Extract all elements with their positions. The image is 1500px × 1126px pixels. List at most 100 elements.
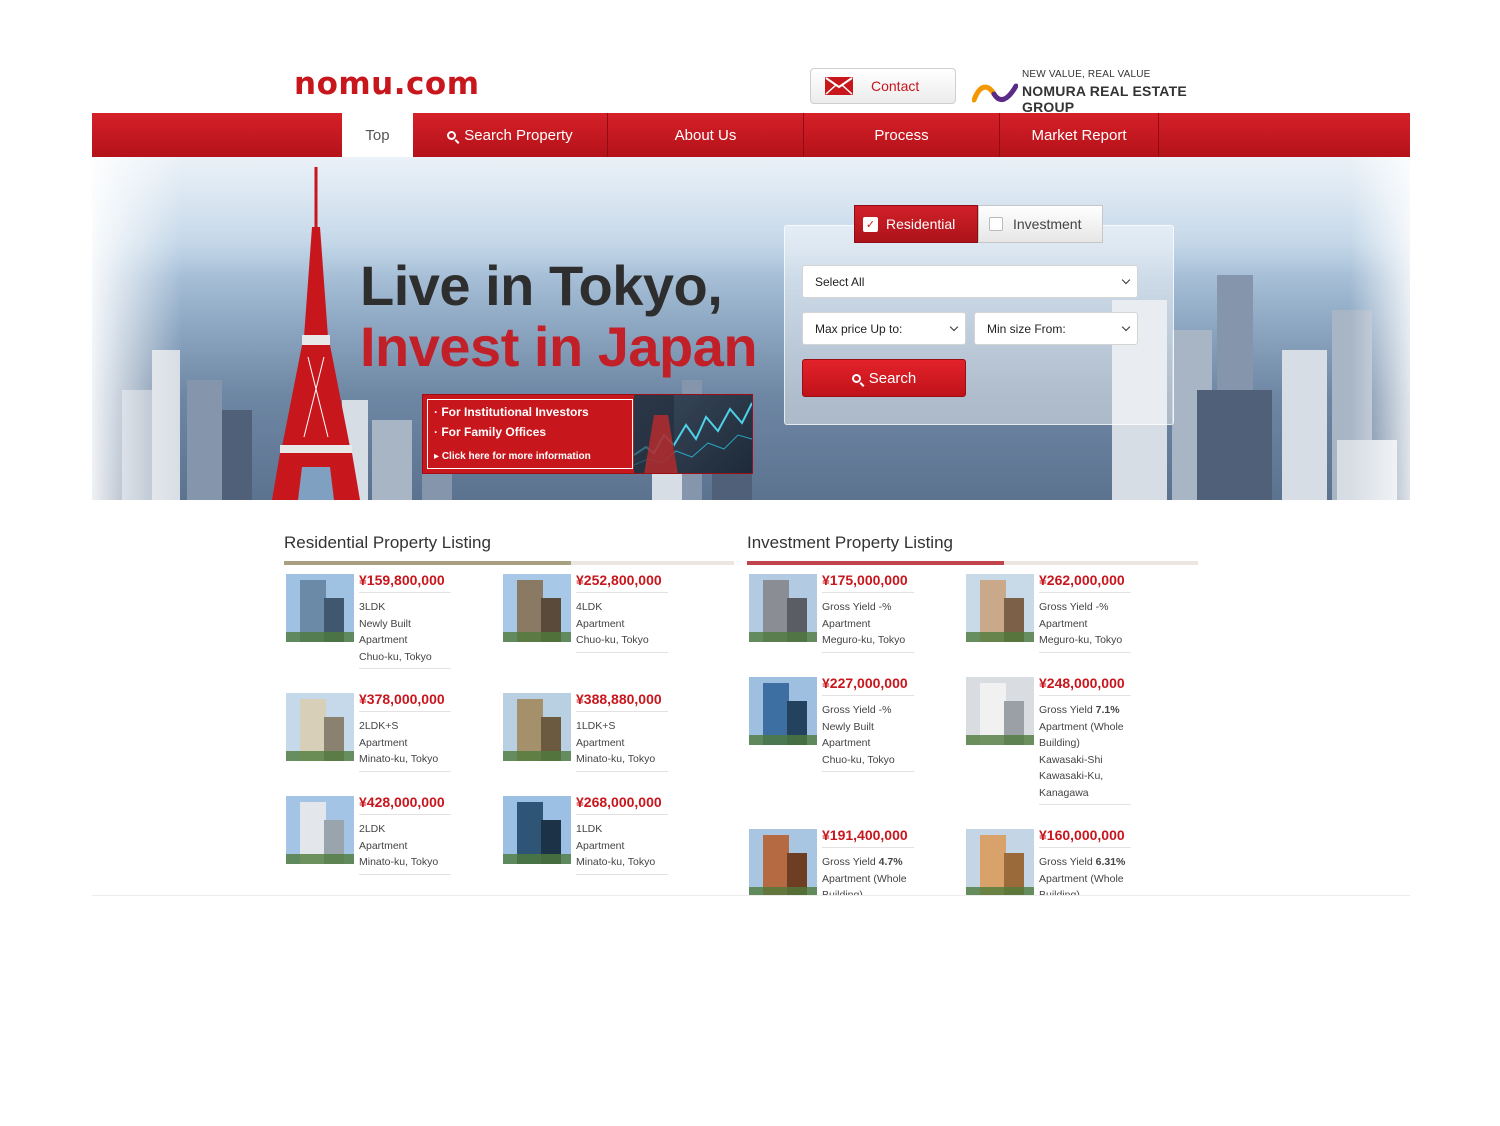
banner-line-3: ▸ Click here for more information — [434, 451, 591, 462]
listing-details: Gross Yield -% Apartment Meguro-ku, Tokyo — [822, 599, 922, 649]
listing-detail-line: Newly Built — [359, 617, 411, 630]
price-divider — [576, 592, 668, 593]
gross-yield: Gross Yield 4.7% — [822, 854, 922, 871]
listing-detail-line: Apartment — [359, 839, 408, 852]
price-divider — [359, 711, 451, 712]
listing-detail-line: 3LDK — [359, 601, 386, 613]
listing-detail-line: Apartment — [576, 839, 625, 852]
listing-price[interactable]: ¥252,800,000 — [576, 572, 662, 588]
listing-detail-line: Meguro-ku, Tokyo — [1039, 634, 1123, 646]
listing-details: 3LDK Newly Built Apartment Chuo-ku, Tokyo — [359, 599, 459, 665]
listing-price[interactable]: ¥248,000,000 — [1039, 675, 1125, 691]
property-photo[interactable] — [966, 677, 1034, 745]
institutional-investors-banner[interactable]: · For Institutional Investors · For Fami… — [422, 394, 753, 474]
listing-price[interactable]: ¥160,000,000 — [1039, 827, 1125, 843]
listing-details: Gross Yield 7.1% Apartment (Whole Building… — [1039, 702, 1139, 801]
search-button[interactable]: Search — [802, 359, 966, 397]
price-divider — [576, 711, 668, 712]
listing-detail-line: Apartment — [822, 617, 871, 630]
tokyo-tower-illustration — [272, 167, 360, 500]
listing-price[interactable]: ¥159,800,000 — [359, 572, 445, 588]
listing-price[interactable]: ¥227,000,000 — [822, 675, 908, 691]
property-photo[interactable] — [503, 693, 571, 761]
nav-about-label: About Us — [674, 126, 737, 144]
nav-process[interactable]: Process — [804, 113, 1000, 157]
listing-detail-line: Chuo-ku, Tokyo — [822, 753, 895, 766]
listing-detail-line: Apartment — [822, 737, 871, 749]
checkbox-empty-icon — [989, 217, 1003, 231]
gross-yield-label: Gross Yield — [822, 601, 879, 613]
area-select[interactable]: Select All — [802, 265, 1138, 298]
tab-residential[interactable]: ✓ Residential — [854, 205, 978, 243]
gross-yield-label: Gross Yield — [822, 704, 879, 716]
listing-detail-line: 1LDK+S — [576, 720, 616, 732]
listing-bottom-divider — [822, 651, 914, 653]
property-photo[interactable] — [286, 693, 354, 761]
contact-button[interactable]: Contact — [810, 68, 956, 104]
area-select-value: Select All — [815, 274, 865, 289]
site-logo[interactable]: nomu.com — [294, 66, 480, 102]
listing-price[interactable]: ¥378,000,000 — [359, 691, 445, 707]
listing-price[interactable]: ¥175,000,000 — [822, 572, 908, 588]
gross-yield: Gross Yield -% — [822, 702, 922, 719]
listing-bottom-divider — [1039, 804, 1131, 805]
property-photo[interactable] — [749, 829, 817, 897]
nav-market-label: Market Report — [1031, 126, 1127, 144]
min-size-select[interactable]: Min size From: — [974, 312, 1138, 345]
property-photo[interactable] — [749, 677, 817, 745]
nav-search-property[interactable]: Search Property — [413, 113, 608, 157]
property-photo[interactable] — [966, 574, 1034, 642]
listing-detail-line: Minato-ku, Tokyo — [576, 856, 656, 868]
max-price-select[interactable]: Max price Up to: — [802, 312, 966, 345]
listing-detail-line: Apartment (Whole — [822, 872, 907, 885]
listing-price[interactable]: ¥428,000,000 — [359, 794, 445, 810]
price-divider — [822, 847, 914, 848]
nomura-group-logo[interactable]: NEW VALUE, REAL VALUE NOMURA REAL ESTATE… — [972, 68, 1212, 115]
listing-detail-line: Apartment — [1039, 617, 1088, 630]
nav-top[interactable]: Top — [342, 113, 413, 157]
main-nav: Top Search Property About Us Process Mar… — [92, 113, 1410, 157]
banner-line-1: · For Institutional Investors — [434, 405, 589, 419]
listing-detail-line: Minato-ku, Tokyo — [359, 753, 439, 765]
listing-detail-line: 4LDK — [576, 601, 603, 613]
tab-investment[interactable]: Investment — [978, 205, 1103, 243]
nav-about-us[interactable]: About Us — [608, 113, 804, 157]
listing-price[interactable]: ¥262,000,000 — [1039, 572, 1125, 588]
fade-left — [92, 157, 182, 500]
stock-chart-icon — [633, 395, 752, 473]
mail-icon — [825, 77, 853, 95]
content-clip-line — [92, 895, 1410, 896]
listing-details: 2LDK+S Apartment Minato-ku, Tokyo — [359, 718, 459, 768]
listing-price[interactable]: ¥191,400,000 — [822, 827, 908, 843]
nav-market-report[interactable]: Market Report — [1000, 113, 1159, 157]
listing-details: Gross Yield -% Apartment Meguro-ku, Tokyo — [1039, 599, 1139, 649]
search-icon — [447, 130, 457, 140]
listing-detail-line: Newly Built — [822, 720, 874, 733]
listing-bottom-divider — [576, 770, 668, 772]
listing-price[interactable]: ¥268,000,000 — [576, 794, 662, 810]
listing-detail-line: 2LDK+S — [359, 720, 399, 732]
listing-detail-line: Meguro-ku, Tokyo — [822, 634, 906, 646]
property-photo[interactable] — [503, 796, 571, 864]
residential-title-bar — [284, 561, 734, 565]
property-photo[interactable] — [286, 574, 354, 642]
property-photo[interactable] — [749, 574, 817, 642]
page-bottom-blank — [92, 896, 1410, 1126]
chevron-down-icon — [949, 322, 959, 332]
listing-price[interactable]: ¥388,880,000 — [576, 691, 662, 707]
listing-details: 4LDK Apartment Chuo-ku, Tokyo — [576, 599, 676, 649]
property-photo[interactable] — [503, 574, 571, 642]
tab-residential-label: Residential — [886, 216, 956, 232]
tab-investment-label: Investment — [1013, 216, 1082, 232]
listing-bottom-divider — [576, 873, 668, 875]
property-photo[interactable] — [286, 796, 354, 864]
nav-process-label: Process — [874, 126, 929, 144]
nav-search-label: Search Property — [464, 126, 573, 144]
investment-listing-title: Investment Property Listing — [747, 533, 953, 552]
gross-yield: Gross Yield -% — [1039, 599, 1139, 616]
banner-chart-image — [633, 395, 752, 473]
property-photo[interactable] — [966, 829, 1034, 897]
gross-yield-value: 4.7% — [878, 856, 903, 868]
listing-bottom-divider — [822, 771, 914, 772]
group-tagline: NEW VALUE, REAL VALUE — [1022, 69, 1151, 80]
